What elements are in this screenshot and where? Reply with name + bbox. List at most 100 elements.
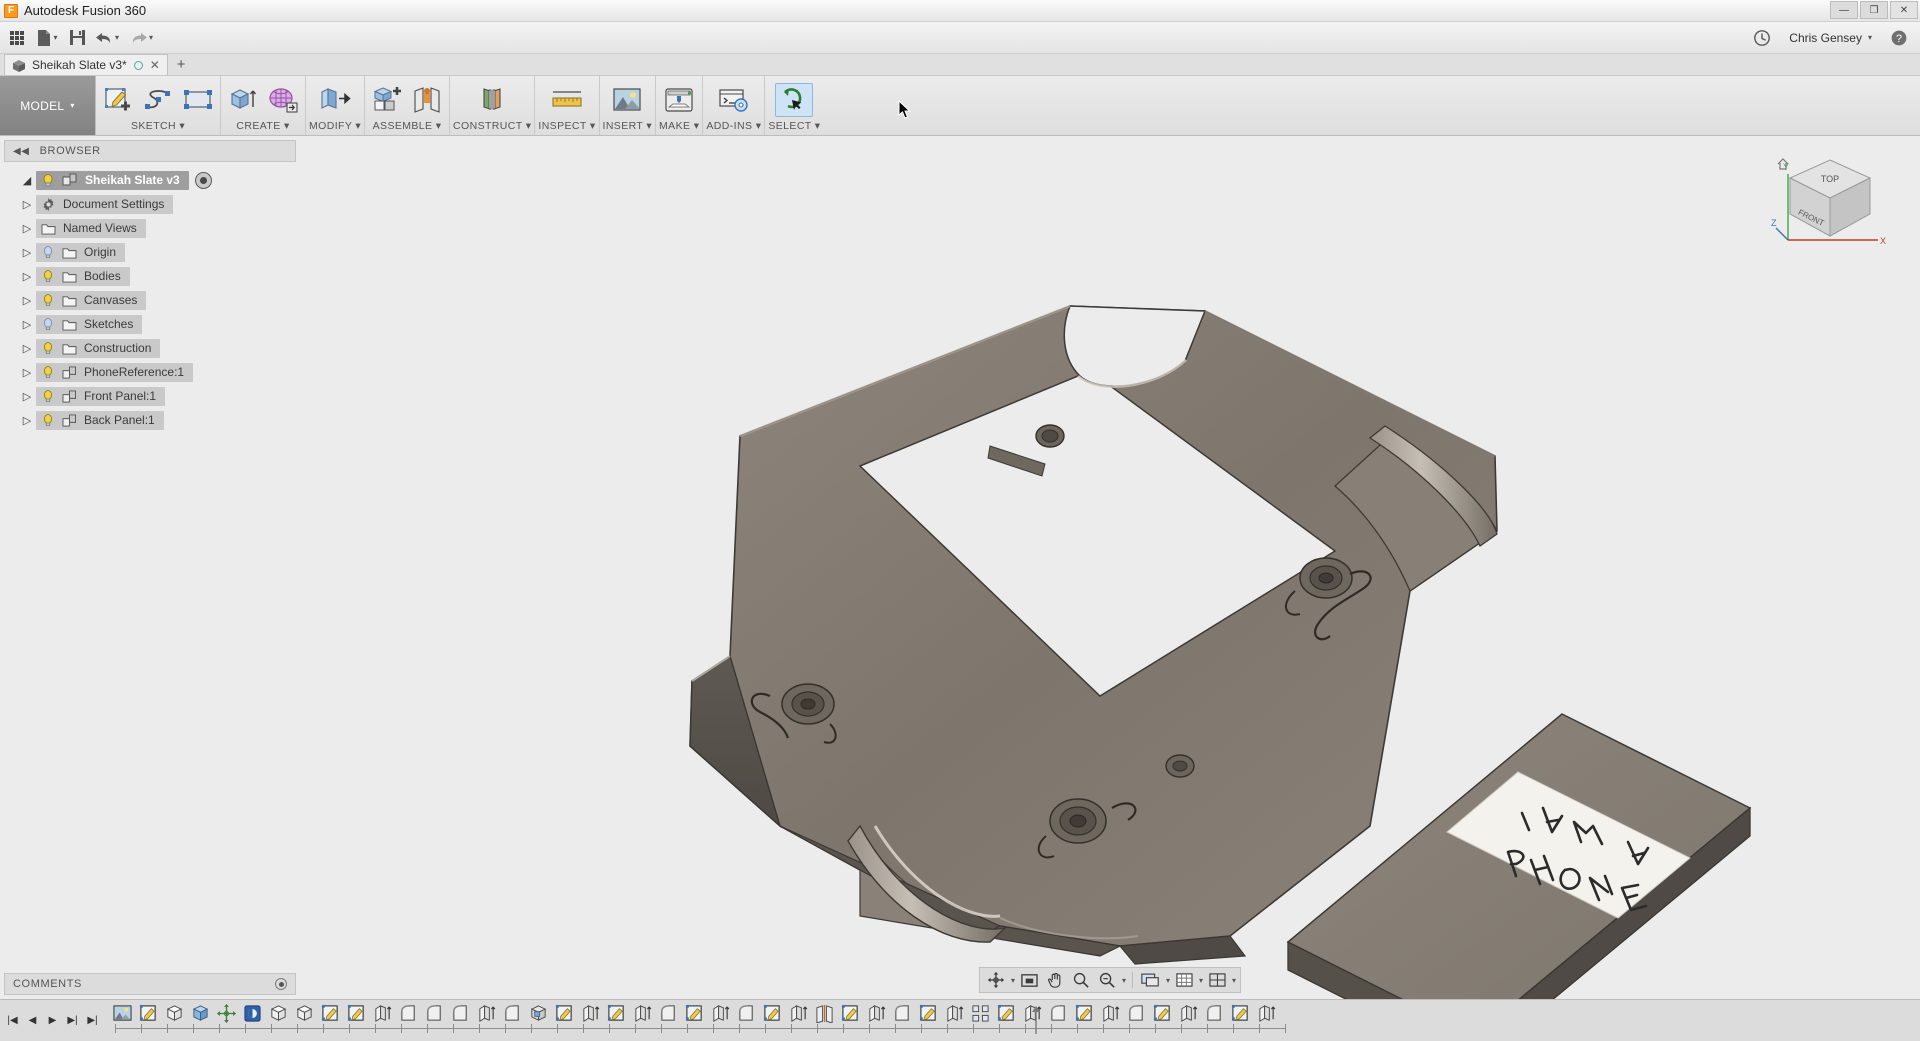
lightbulb-icon[interactable] [41, 173, 55, 187]
tree-row[interactable]: ▷ Document Settings [0, 192, 300, 216]
viewports-button[interactable] [1205, 969, 1229, 991]
timeline-jump-start-button[interactable]: |◀ [4, 1012, 21, 1029]
extrude-feature[interactable] [1175, 1003, 1201, 1024]
extrude-feature[interactable] [629, 1003, 655, 1024]
tree-item-root[interactable]: Sheikah Slate v3 [36, 170, 189, 190]
sketch-feature[interactable] [837, 1003, 863, 1024]
fillet-feature[interactable] [655, 1003, 681, 1024]
expand-arrow-icon[interactable]: ▷ [18, 342, 36, 355]
visibility-toggle-icon[interactable] [194, 171, 212, 189]
sketch-feature[interactable] [1071, 1003, 1097, 1024]
tree-row[interactable]: ▷ Sketches [0, 312, 300, 336]
tree-row[interactable]: ▷ PhoneReference:1 [0, 360, 300, 384]
body-feature[interactable] [161, 1003, 187, 1024]
tree-item[interactable]: Construction [36, 338, 161, 358]
user-menu[interactable]: Chris Gensey ▾ [1789, 31, 1872, 45]
pattern-feature[interactable] [967, 1003, 993, 1024]
extrude-feature[interactable] [941, 1003, 967, 1024]
extrude-feature[interactable] [369, 1003, 395, 1024]
chevron-down-icon[interactable]: ▾ [1232, 976, 1236, 985]
mirror-feature[interactable] [811, 1003, 837, 1024]
extrude-feature[interactable] [1097, 1003, 1123, 1024]
joint-icon[interactable] [408, 83, 446, 117]
sketch-feature[interactable] [1227, 1003, 1253, 1024]
shell-feature[interactable] [525, 1003, 551, 1024]
timeline-step-forward-button[interactable]: ▶| [64, 1012, 81, 1029]
extrude-feature[interactable] [1253, 1003, 1279, 1024]
new-component-icon[interactable] [368, 83, 406, 117]
tree-row[interactable]: ▷ Back Panel:1 [0, 408, 300, 432]
tree-item[interactable]: Front Panel:1 [36, 386, 166, 406]
timeline-end-marker[interactable] [1030, 1004, 1040, 1034]
move-feature[interactable] [213, 1003, 239, 1024]
lightbulb-icon[interactable] [41, 245, 55, 259]
expand-arrow-icon[interactable]: ▷ [18, 198, 36, 211]
tree-item[interactable]: Document Settings [36, 194, 174, 214]
expand-arrow-icon[interactable]: ▷ [18, 366, 36, 379]
tree-row[interactable]: ▷ Named Views [0, 216, 300, 240]
show-data-panel-button[interactable] [4, 25, 30, 51]
save-button[interactable] [64, 25, 90, 51]
lightbulb-icon[interactable] [41, 389, 55, 403]
fillet-feature[interactable] [395, 1003, 421, 1024]
fit-view-button[interactable] [1017, 969, 1041, 991]
measure-ruler-icon[interactable] [548, 83, 586, 117]
tree-row[interactable]: ▷ Bodies [0, 264, 300, 288]
fillet-feature[interactable] [733, 1003, 759, 1024]
lightbulb-icon[interactable] [41, 317, 55, 331]
body-feature[interactable] [265, 1003, 291, 1024]
tree-row[interactable]: ▷ Origin [0, 240, 300, 264]
redo-button[interactable]: ▾ [124, 25, 158, 51]
extrude-feature[interactable] [863, 1003, 889, 1024]
spline-icon[interactable] [139, 83, 177, 117]
pan-button[interactable] [1043, 969, 1067, 991]
sketch-feature[interactable] [343, 1003, 369, 1024]
fillet-feature[interactable] [421, 1003, 447, 1024]
grid-snaps-button[interactable] [1172, 969, 1196, 991]
chevron-down-icon[interactable]: ▾ [1122, 976, 1126, 985]
extrude-feature[interactable] [577, 1003, 603, 1024]
expand-arrow-icon[interactable]: ▷ [18, 390, 36, 403]
lightbulb-icon[interactable] [41, 413, 55, 427]
timeline-step-back-button[interactable]: ◀ [24, 1012, 41, 1029]
maximize-button[interactable]: ❐ [1860, 1, 1888, 19]
timeline-play-button[interactable]: ▶ [44, 1012, 61, 1029]
insert-canvas-image-icon[interactable] [608, 83, 646, 117]
tree-item[interactable]: Named Views [36, 218, 146, 238]
body-feature[interactable] [187, 1003, 213, 1024]
collapse-left-icon[interactable]: ◀◀ [13, 146, 30, 157]
help-question-icon[interactable]: ? [1886, 25, 1912, 51]
fillet-feature[interactable] [1201, 1003, 1227, 1024]
tree-item[interactable]: Bodies [36, 266, 130, 286]
lightbulb-icon[interactable] [41, 269, 55, 283]
tree-row[interactable]: ▷ Front Panel:1 [0, 384, 300, 408]
chevron-down-icon[interactable]: ▾ [1199, 976, 1203, 985]
new-tab-button[interactable]: + [168, 55, 195, 75]
expand-arrow-icon[interactable]: ◢ [18, 174, 36, 187]
sketch-feature[interactable] [603, 1003, 629, 1024]
align-feature[interactable] [239, 1003, 265, 1024]
close-button[interactable]: ✕ [1890, 1, 1918, 19]
display-settings-button[interactable] [1139, 969, 1163, 991]
file-menu-button[interactable]: ▾ [30, 25, 64, 51]
expand-arrow-icon[interactable]: ▷ [18, 246, 36, 259]
fillet-feature[interactable] [447, 1003, 473, 1024]
extrude-feature[interactable] [473, 1003, 499, 1024]
expand-arrow-icon[interactable]: ▷ [18, 270, 36, 283]
tree-row[interactable]: ▷ Canvases [0, 288, 300, 312]
body-feature[interactable] [291, 1003, 317, 1024]
zoom-button[interactable] [1069, 969, 1093, 991]
sketch-feature[interactable] [759, 1003, 785, 1024]
fillet-feature[interactable] [1123, 1003, 1149, 1024]
select-cursor-icon[interactable] [775, 82, 814, 117]
fillet-feature[interactable] [1045, 1003, 1071, 1024]
tree-row-root[interactable]: ◢ Sheikah Slate v3 [0, 168, 300, 192]
comments-panel-header[interactable]: COMMENTS [4, 973, 296, 995]
canvas-feature[interactable] [109, 1003, 135, 1024]
expand-arrow-icon[interactable]: ▷ [18, 222, 36, 235]
sketch-feature[interactable] [135, 1003, 161, 1024]
extrude-icon[interactable] [224, 83, 262, 117]
sketch-feature[interactable] [915, 1003, 941, 1024]
timeline-jump-end-button[interactable]: ▶| [84, 1012, 101, 1029]
tree-item[interactable]: PhoneReference:1 [36, 362, 194, 382]
